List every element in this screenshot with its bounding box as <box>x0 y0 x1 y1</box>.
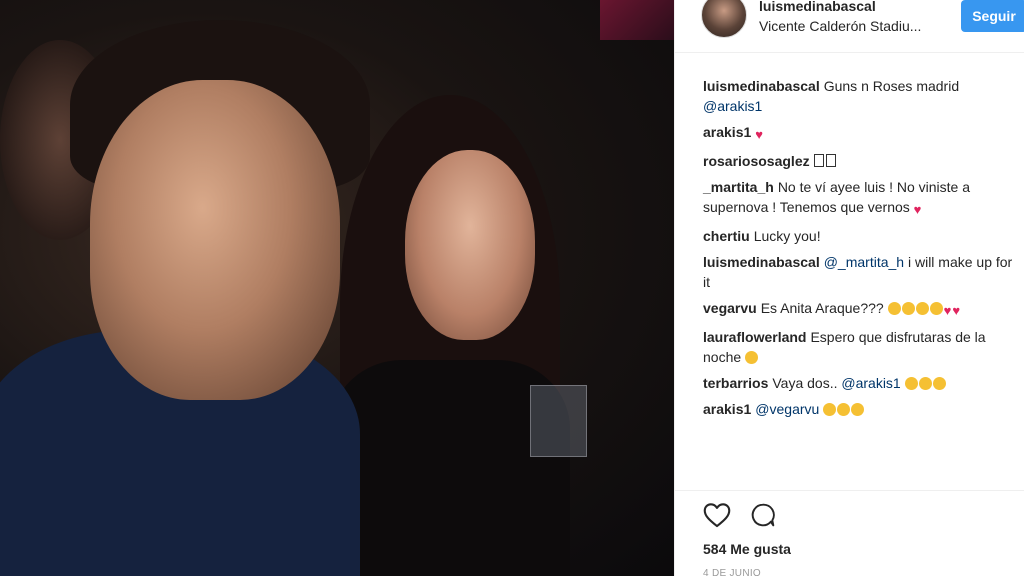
divider <box>675 490 1024 491</box>
header-text: luismedinabascal Vicente Calderón Stadiu… <box>759 0 921 34</box>
comment-username[interactable]: arakis1 <box>703 401 751 417</box>
location-link[interactable]: Vicente Calderón Stadiu... <box>759 18 921 34</box>
post-side-panel: luismedinabascal Vicente Calderón Stadiu… <box>674 0 1024 579</box>
comment-item: terbarrios Vaya dos.. @arakis1 <box>703 373 1019 393</box>
likes-count[interactable]: 584 Me gusta <box>703 541 791 557</box>
comment-item: arakis1 @vegarvu <box>703 399 1019 419</box>
comment-item: rosariososaglez <box>703 151 1019 171</box>
comment-username[interactable]: arakis1 <box>703 124 751 140</box>
comment-username[interactable]: chertiu <box>703 228 750 244</box>
background-light <box>600 0 674 40</box>
laughing-emoji-icon <box>901 302 915 315</box>
comment-item: arakis1 ♥ <box>703 122 1019 145</box>
laughing-emoji-icon <box>837 403 851 416</box>
heart-emoji-icon: ♥ <box>943 303 952 318</box>
comment-username[interactable]: lauraflowerland <box>703 329 806 345</box>
laughing-emoji-icon <box>932 377 946 390</box>
unknown-emoji-icon <box>813 154 824 167</box>
laughing-emoji-icon <box>887 302 901 315</box>
heart-emoji-icon: ♥ <box>913 202 922 217</box>
action-bar <box>701 500 779 530</box>
laughing-emoji-icon <box>929 302 943 315</box>
man-face <box>90 80 340 400</box>
comment-username[interactable]: terbarrios <box>703 375 768 391</box>
comment-username[interactable]: luismedinabascal <box>703 78 820 94</box>
heart-outline-icon[interactable] <box>701 500 733 530</box>
post-header: luismedinabascal Vicente Calderón Stadiu… <box>675 0 1024 53</box>
username-link[interactable]: luismedinabascal <box>759 0 921 14</box>
comment-item: _martita_h No te ví ayee luis ! No vinist… <box>703 177 1019 220</box>
post-date: 4 DE JUNIO <box>703 568 762 579</box>
avatar[interactable] <box>701 0 747 38</box>
speech-bubble-icon[interactable] <box>747 500 779 530</box>
comment-text: Lucky you! <box>753 228 821 244</box>
comment-mention[interactable]: @arakis1 <box>841 375 900 391</box>
laughing-emoji-icon <box>823 403 837 416</box>
post-photo[interactable] <box>0 0 674 576</box>
laughing-emoji-icon <box>745 351 759 364</box>
comments-list: luismedinabascal Guns n Roses madrid @ara… <box>703 76 1019 425</box>
comment-mention[interactable]: @vegarvu <box>755 401 819 417</box>
comment-text: Guns n Roses madrid <box>823 78 960 94</box>
comment-username[interactable]: rosariososaglez <box>703 153 810 169</box>
heart-emoji-icon: ♥ <box>755 127 763 142</box>
comment-text: Vaya dos.. <box>772 375 838 391</box>
laughing-emoji-icon <box>904 377 918 390</box>
drink-glass <box>530 385 587 457</box>
comment-mention[interactable]: @arakis1 <box>703 98 762 114</box>
comment-mention[interactable]: @_martita_h <box>824 254 904 270</box>
laughing-emoji-icon <box>915 302 929 315</box>
comment-item: chertiu Lucky you! <box>703 226 1019 246</box>
comment-item: luismedinabascal Guns n Roses madrid @ara… <box>703 76 1019 116</box>
comment-username[interactable]: vegarvu <box>703 300 757 316</box>
comment-username[interactable]: luismedinabascal <box>703 254 820 270</box>
unknown-emoji-icon <box>825 154 836 167</box>
laughing-emoji-icon <box>851 403 865 416</box>
laughing-emoji-icon <box>918 377 932 390</box>
follow-button[interactable]: Seguir <box>961 0 1024 32</box>
heart-emoji-icon: ♥ <box>952 303 961 318</box>
comment-text: Es Anita Araque??? <box>760 300 884 316</box>
comment-item: lauraflowerland Espero que disfrutaras de… <box>703 327 1019 367</box>
woman-face <box>405 150 535 340</box>
comment-username[interactable]: _martita_h <box>703 179 774 195</box>
comment-item: vegarvu Es Anita Araque??? ♥♥ <box>703 298 1019 321</box>
comment-item: luismedinabascal @_martita_h i will make … <box>703 252 1019 292</box>
